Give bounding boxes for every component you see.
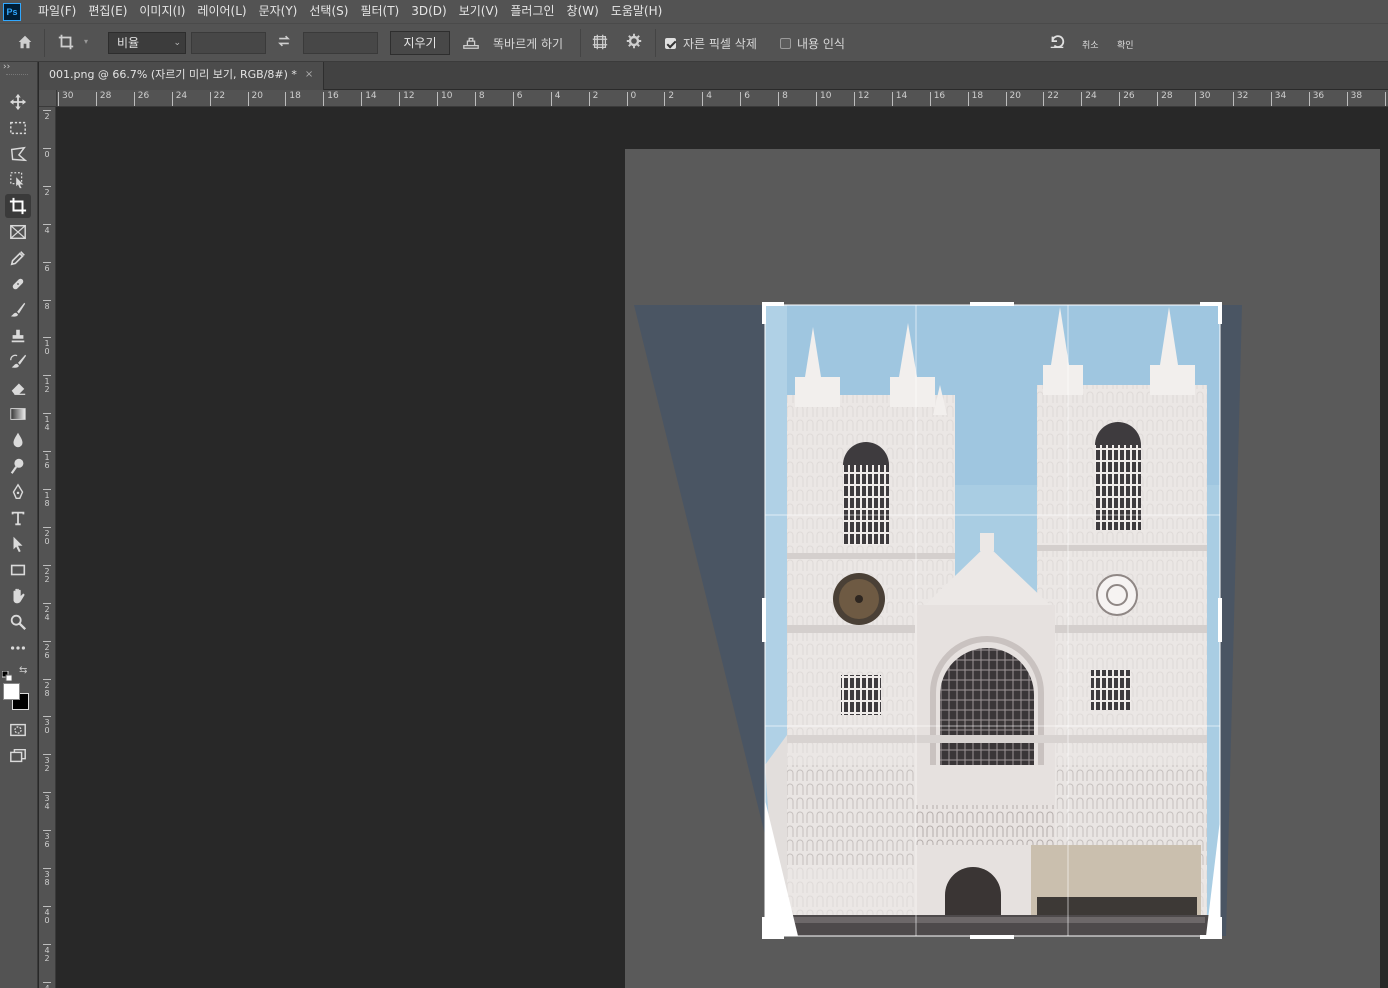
crop-handle-bottom[interactable] — [970, 935, 1014, 939]
crop-handle-right[interactable] — [1218, 598, 1222, 642]
crop-handle-top-left-vertical[interactable] — [762, 302, 766, 324]
crop-handle-bottom-left-vertical[interactable] — [762, 917, 766, 939]
crop-overlay — [764, 304, 1221, 937]
crop-handle-left[interactable] — [762, 598, 766, 642]
crop-handle-top-right-vertical[interactable] — [1218, 302, 1222, 324]
crop-handle-bottom-right-vertical[interactable] — [1218, 917, 1222, 939]
foreground-color-swatch[interactable] — [3, 683, 20, 700]
crop-handle-top[interactable] — [970, 302, 1014, 306]
